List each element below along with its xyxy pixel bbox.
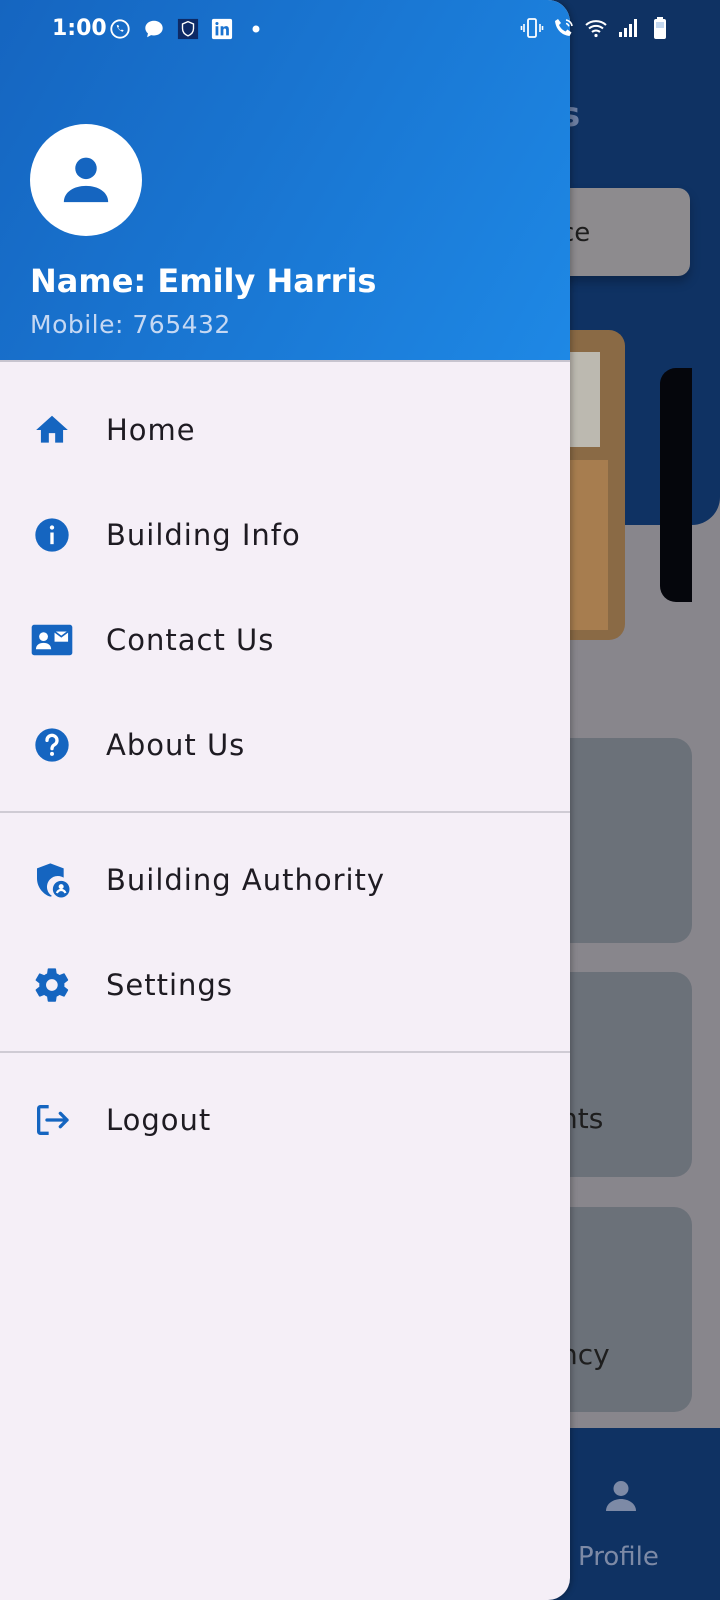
navigation-drawer: Name: Emily Harris Mobile: 765432 Home B… — [0, 0, 570, 1600]
divider — [0, 1051, 570, 1053]
status-time: 1:00 — [52, 16, 107, 41]
signal-icon — [616, 16, 640, 40]
menu-item-label: Logout — [106, 1103, 212, 1137]
status-system-icons — [520, 16, 672, 40]
menu-item-label: Building Info — [106, 518, 301, 552]
person-icon — [63, 157, 109, 203]
status-notification-icons — [108, 17, 268, 41]
avatar[interactable] — [30, 124, 142, 236]
background-profile-label: Profile — [578, 1542, 659, 1572]
message-icon — [142, 17, 166, 41]
background-dark-card — [660, 368, 692, 602]
dot-icon — [244, 17, 268, 41]
menu-item-about-us[interactable]: About Us — [0, 695, 570, 795]
vibrate-icon — [520, 16, 544, 40]
user-mobile: Mobile: 765432 — [30, 310, 231, 339]
linkedin-icon — [210, 17, 234, 41]
logout-icon — [30, 1098, 74, 1142]
info-icon — [30, 513, 74, 557]
menu-item-contact-us[interactable]: Contact Us — [0, 590, 570, 690]
help-icon — [30, 723, 74, 767]
user-name: Name: Emily Harris — [30, 262, 377, 300]
menu-item-label: Building Authority — [106, 863, 386, 897]
person-icon — [606, 1481, 636, 1511]
menu-item-label: About Us — [106, 728, 246, 762]
menu-item-label: Settings — [106, 968, 233, 1002]
whatsapp-icon — [108, 17, 132, 41]
admin-shield-icon — [30, 858, 74, 902]
security-app-icon — [176, 17, 200, 41]
wifi-icon — [584, 16, 608, 40]
menu-item-label: Home — [106, 413, 196, 447]
menu-item-home[interactable]: Home — [0, 380, 570, 480]
battery-icon — [648, 16, 672, 40]
home-icon — [30, 408, 74, 452]
menu-item-label: Contact Us — [106, 623, 275, 657]
contact-card-icon — [30, 618, 74, 662]
menu-item-settings[interactable]: Settings — [0, 935, 570, 1035]
menu-item-building-authority[interactable]: Building Authority — [0, 830, 570, 930]
gear-icon — [30, 963, 74, 1007]
status-bar: 1:00 — [0, 0, 720, 62]
divider — [0, 811, 570, 813]
menu-item-building-info[interactable]: Building Info — [0, 485, 570, 585]
menu-item-logout[interactable]: Logout — [0, 1070, 570, 1170]
wifi-call-icon — [552, 16, 576, 40]
